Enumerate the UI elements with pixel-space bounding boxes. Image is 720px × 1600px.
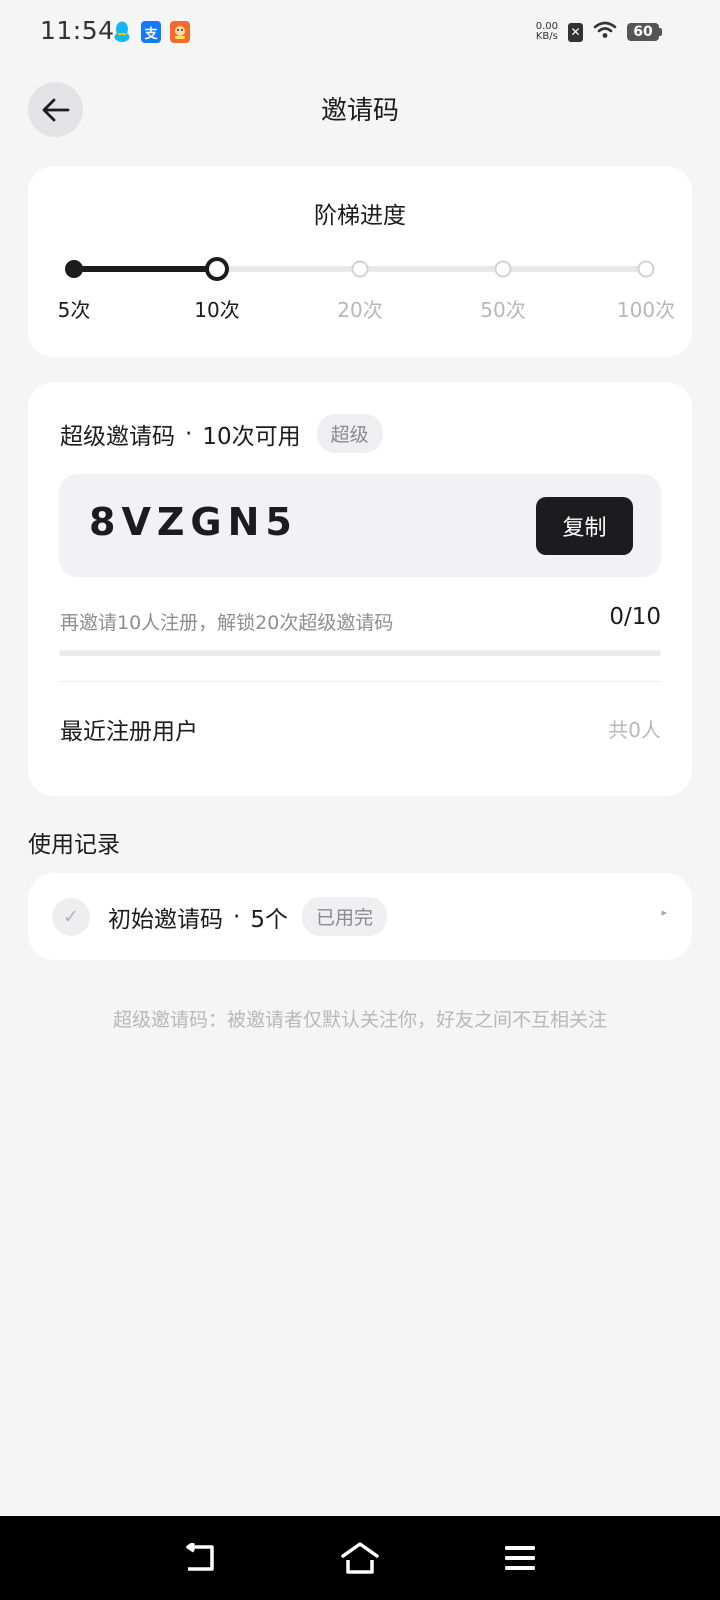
unlock-progress-text: 0/10 [609,604,661,630]
invite-title: 超级邀请码 [60,423,175,450]
status-bar: 11:54 支 0.00 KB/s ✕ 60 [0,0,720,66]
ladder-node-label: 10次 [194,298,240,322]
ladder-fill [74,266,217,272]
battery-level: 60 [627,23,659,41]
net-speed-unit: KB/s [535,31,558,42]
ladder-track: 5次 10次 20次 50次 100次 [58,257,675,322]
wifi-icon [593,21,617,43]
record-name: 初始邀请码 [108,906,223,933]
record-count: 5个 [250,906,288,933]
record-status-tag: 已用完 [301,897,387,936]
ladder-node-label: 50次 [480,298,526,322]
chevron-right-icon: ▸ [661,906,667,919]
system-nav-bar [0,1516,720,1600]
ladder-progress-card: 阶梯进度 5次 10次 20次 50次 100次 [28,166,692,357]
ladder-node-dot [205,257,229,281]
divider [59,681,661,682]
battery-icon: 60 [627,23,662,41]
invite-code-box: 8VZGN5 复制 [59,474,661,577]
ladder-node-dot [494,260,512,278]
separator-dot: · [233,903,241,930]
status-indicators: 0.00 KB/s ✕ 60 [536,21,662,43]
page-title: 邀请码 [320,96,399,126]
sim-off-icon: ✕ [568,22,583,42]
ladder-node-label: 20次 [337,298,383,322]
home-icon [341,1542,379,1574]
record-item[interactable]: ✓ 初始邀请码 · 5个 已用完 ▸ [28,873,692,960]
home-nav-button[interactable] [340,1538,380,1578]
invite-code[interactable]: 8VZGN5 [89,500,298,544]
back-nav-icon [186,1543,214,1571]
check-icon: ✓ [52,898,90,936]
copy-button[interactable]: 复制 [536,497,633,555]
ladder-node-dot [351,260,369,278]
alipay-icon: 支 [141,21,161,43]
separator-dot: · [185,420,193,447]
menu-nav-button[interactable] [500,1538,540,1578]
usage-records-title: 使用记录 [28,832,120,858]
super-invite-card: 超级邀请码 · 10次可用 超级 8VZGN5 复制 再邀请10人注册，解锁20… [28,382,692,796]
super-tag: 超级 [316,414,383,453]
invite-header: 超级邀请码 · 10次可用 超级 [60,414,383,453]
ladder-node-dot [65,260,83,278]
ladder-title: 阶梯进度 [314,203,406,229]
menu-icon [505,1546,535,1570]
back-nav-button[interactable] [180,1538,220,1578]
notification-app-icons: 支 [112,21,190,43]
ladder-node-label: 100次 [616,298,676,322]
footnote: 超级邀请码：被邀请者仅默认关注你，好友之间不互相关注 [112,1009,607,1031]
ladder-node-label: 5次 [57,298,91,322]
status-time: 11:54 [40,16,115,45]
unlock-progress-bar [59,650,661,656]
game-app-icon [170,21,190,43]
net-speed: 0.00 KB/s [536,22,558,42]
invite-available-count: 10次可用 [202,423,301,450]
recent-users-total: 共0人 [608,718,661,742]
recent-users-label[interactable]: 最近注册用户 [60,712,198,746]
qq-icon [112,21,132,43]
unlock-hint: 再邀请10人注册，解锁20次超级邀请码 [60,612,394,634]
record-main: 初始邀请码 · 5个 已用完 [108,897,387,936]
ladder-node-dot [637,260,655,278]
